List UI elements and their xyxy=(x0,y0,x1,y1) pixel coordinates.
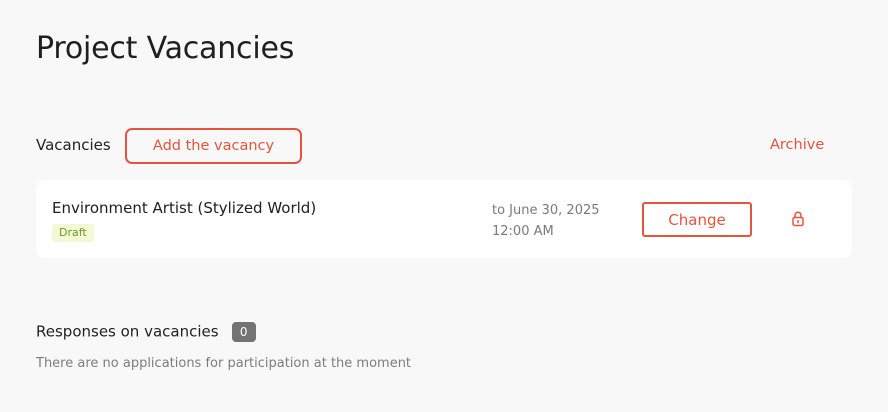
vacancy-card: Environment Artist (Stylized World) Draf… xyxy=(36,180,852,258)
page-title: Project Vacancies xyxy=(36,31,295,66)
add-vacancy-button[interactable]: Add the vacancy xyxy=(125,128,302,164)
lock-icon[interactable] xyxy=(790,210,806,228)
responses-count-badge: 0 xyxy=(231,321,256,342)
responses-empty-message: There are no applications for participat… xyxy=(36,356,412,371)
vacancies-header: Vacancies Add the vacancy Archive xyxy=(36,128,836,164)
vacancies-label: Vacancies xyxy=(36,136,111,154)
archive-link[interactable]: Archive xyxy=(770,137,824,153)
status-badge: Draft xyxy=(52,224,94,242)
change-button[interactable]: Change xyxy=(642,202,752,237)
vacancy-title: Environment Artist (Stylized World) xyxy=(52,199,317,217)
vacancy-deadline-time: 12:00 AM xyxy=(492,224,554,239)
vacancy-deadline: to June 30, 2025 12:00 AM xyxy=(492,200,600,242)
responses-header: Responses on vacancies 0 xyxy=(36,321,256,342)
responses-label: Responses on vacancies xyxy=(36,322,219,341)
vacancy-deadline-date: to June 30, 2025 xyxy=(492,203,600,218)
